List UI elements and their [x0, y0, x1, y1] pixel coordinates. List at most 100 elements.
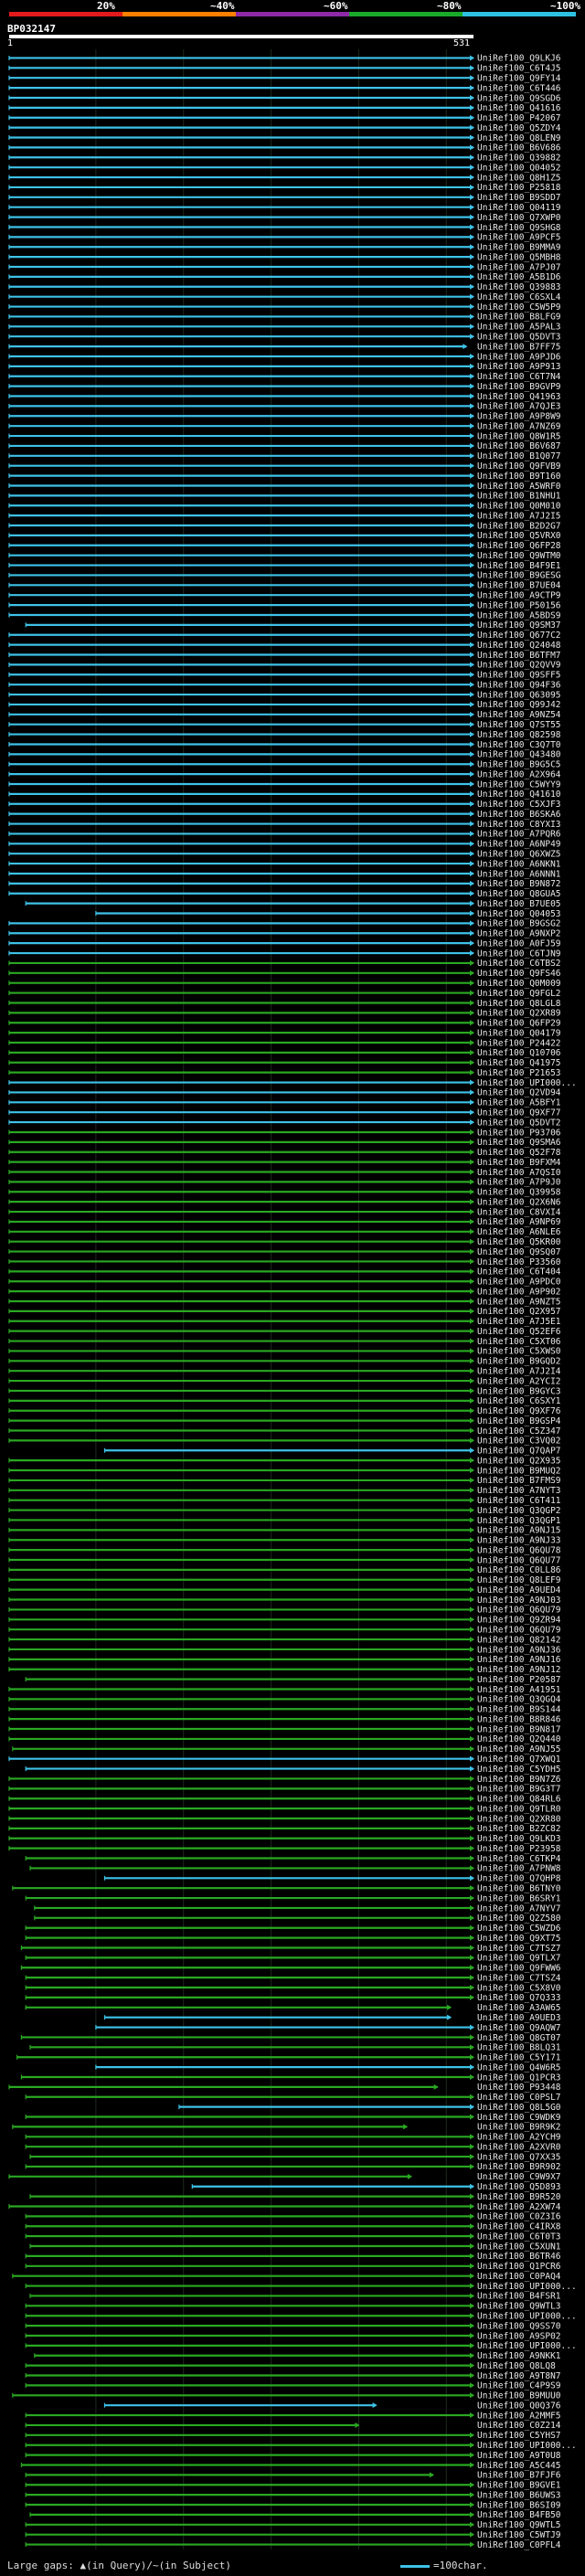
hit-label[interactable]: UniRef100_P50156 [477, 600, 561, 610]
hit-label[interactable]: UniRef100_A9PJD6 [477, 352, 561, 362]
hit-label[interactable]: UniRef100_A9NJ55 [477, 1744, 561, 1754]
hit-label[interactable]: UniRef100_B8LFG9 [477, 313, 561, 323]
hit-label[interactable]: UniRef100_A9NXP2 [477, 929, 561, 939]
hit-label[interactable]: UniRef100_UPI000... [477, 1078, 577, 1088]
hit-label[interactable]: UniRef100_C9W9X7 [477, 2172, 561, 2182]
hit-label[interactable]: UniRef100_B9R520 [477, 2192, 561, 2202]
hit-label[interactable]: UniRef100_C6T4J5 [477, 64, 561, 74]
hit-label[interactable]: UniRef100_A9NP69 [477, 1217, 561, 1227]
hit-label[interactable]: UniRef100_B8LQ31 [477, 2043, 561, 2053]
hit-label[interactable]: UniRef100_A7NYT3 [477, 1486, 561, 1496]
hit-label[interactable]: UniRef100_A9P8W9 [477, 412, 561, 422]
hit-label[interactable]: UniRef100_C5Y171 [477, 2053, 561, 2063]
hit-label[interactable]: UniRef100_A9PCF5 [477, 233, 561, 243]
hit-label[interactable]: UniRef100_A9NJ15 [477, 1526, 561, 1536]
hit-label[interactable]: UniRef100_Q04053 [477, 909, 561, 919]
hit-label[interactable]: UniRef100_B6SRY1 [477, 1893, 561, 1903]
hit-label[interactable]: UniRef100_Q10706 [477, 1048, 561, 1058]
hit-label[interactable]: UniRef100_Q5D893 [477, 2182, 561, 2192]
hit-label[interactable]: UniRef100_Q82598 [477, 730, 561, 740]
hit-label[interactable]: UniRef100_C3Q7T0 [477, 740, 561, 750]
hit-label[interactable]: UniRef100_Q6XWZ5 [477, 849, 561, 859]
hit-label[interactable]: UniRef100_A6NLE6 [477, 1227, 561, 1237]
hit-label[interactable]: UniRef100_C6TJN9 [477, 949, 561, 959]
hit-label[interactable]: UniRef100_Q39882 [477, 154, 561, 164]
hit-label[interactable]: UniRef100_A7PNW8 [477, 1864, 561, 1874]
hit-label[interactable]: UniRef100_C5XJF3 [477, 800, 561, 810]
hit-label[interactable]: UniRef100_Q6QU79 [477, 1606, 561, 1616]
hit-label[interactable]: UniRef100_Q5MBH8 [477, 252, 561, 262]
hit-label[interactable]: UniRef100_Q2XR89 [477, 1009, 561, 1019]
hit-label[interactable]: UniRef100_C9WDK9 [477, 2113, 561, 2123]
hit-label[interactable]: UniRef100_Q9ZR94 [477, 1616, 561, 1626]
hit-label[interactable]: UniRef100_Q2VD94 [477, 1088, 561, 1098]
hit-label[interactable]: UniRef100_Q0Q376 [477, 2401, 561, 2411]
hit-label[interactable]: UniRef100_B9SDD7 [477, 193, 561, 203]
hit-label[interactable]: UniRef100_C5WZD6 [477, 1924, 561, 1934]
hit-label[interactable]: UniRef100_B7FF75 [477, 342, 561, 352]
hit-label[interactable]: UniRef100_B9G3T7 [477, 1785, 561, 1795]
hit-label[interactable]: UniRef100_C4P9S9 [477, 2381, 561, 2391]
hit-label[interactable]: UniRef100_A9NJ03 [477, 1595, 561, 1606]
hit-label[interactable]: UniRef100_Q9FY14 [477, 74, 561, 84]
hit-label[interactable]: UniRef100_B4F9E1 [477, 561, 561, 571]
hit-label[interactable]: UniRef100_Q9LKJ6 [477, 54, 561, 64]
hit-label[interactable]: UniRef100_Q9XF77 [477, 1108, 561, 1118]
hit-label[interactable]: UniRef100_Q9WTM0 [477, 551, 561, 561]
hit-label[interactable]: UniRef100_C5Z347 [477, 1426, 561, 1436]
hit-label[interactable]: UniRef100_A9T8N7 [477, 2371, 561, 2381]
hit-label[interactable]: UniRef100_Q8GT07 [477, 2033, 561, 2043]
hit-label[interactable]: UniRef100_C6T7N4 [477, 372, 561, 382]
hit-label[interactable]: UniRef100_A7PJ07 [477, 262, 561, 272]
hit-label[interactable]: UniRef100_A2YCI2 [477, 1376, 561, 1386]
hit-label[interactable]: UniRef100_Q7QAP7 [477, 1447, 561, 1457]
hit-label[interactable]: UniRef100_A9P913 [477, 362, 561, 372]
hit-label[interactable]: UniRef100_Q5VRX0 [477, 531, 561, 541]
hit-label[interactable]: UniRef100_B9S144 [477, 1705, 561, 1715]
hit-label[interactable]: UniRef100_B9GYC3 [477, 1386, 561, 1396]
hit-label[interactable]: UniRef100_UPI000... [477, 2341, 577, 2351]
hit-label[interactable]: UniRef100_B9GQD2 [477, 1357, 561, 1367]
hit-label[interactable]: UniRef100_Q6FP28 [477, 541, 561, 551]
hit-label[interactable]: UniRef100_P25818 [477, 183, 561, 193]
hit-label[interactable]: UniRef100_A2XW74 [477, 2202, 561, 2212]
hit-label[interactable]: UniRef100_C4IRX8 [477, 2222, 561, 2232]
hit-label[interactable]: UniRef100_B1Q077 [477, 451, 561, 461]
hit-label[interactable]: UniRef100_B9FXM4 [477, 1158, 561, 1168]
hit-label[interactable]: UniRef100_A5PAL3 [477, 323, 561, 333]
hit-label[interactable]: UniRef100_Q9SMA6 [477, 1138, 561, 1148]
hit-label[interactable]: UniRef100_Q2X935 [477, 1456, 561, 1466]
hit-label[interactable]: UniRef100_Q7ST55 [477, 720, 561, 730]
hit-label[interactable]: UniRef100_P93706 [477, 1128, 561, 1138]
hit-label[interactable]: UniRef100_A7P9J0 [477, 1178, 561, 1188]
hit-label[interactable]: UniRef100_A9NZ54 [477, 710, 561, 720]
hit-label[interactable]: UniRef100_B7UE05 [477, 899, 561, 909]
hit-label[interactable]: UniRef100_Q6QU77 [477, 1555, 561, 1565]
hit-label[interactable]: UniRef100_B1NHU1 [477, 492, 561, 502]
hit-label[interactable]: UniRef100_Q52F78 [477, 1148, 561, 1158]
hit-label[interactable]: UniRef100_Q41616 [477, 103, 561, 113]
hit-label[interactable]: UniRef100_A9SP02 [477, 2331, 561, 2341]
hit-label[interactable]: UniRef100_A2XVR0 [477, 2142, 561, 2152]
hit-label[interactable]: UniRef100_Q9AQW7 [477, 2023, 561, 2033]
hit-label[interactable]: UniRef100_P21653 [477, 1068, 561, 1078]
hit-label[interactable]: UniRef100_A9UED3 [477, 2013, 561, 2023]
hit-label[interactable]: UniRef100_A7J5E1 [477, 1317, 561, 1327]
hit-label[interactable]: UniRef100_A9CTP9 [477, 591, 561, 601]
hit-label[interactable]: UniRef100_A2YCH9 [477, 2133, 561, 2143]
hit-label[interactable]: UniRef100_Q2X6N6 [477, 1197, 561, 1207]
hit-label[interactable]: UniRef100_B6V686 [477, 143, 561, 154]
hit-label[interactable]: UniRef100_B6UWS3 [477, 2490, 561, 2500]
hit-label[interactable]: UniRef100_A7QJE3 [477, 402, 561, 412]
hit-label[interactable]: UniRef100_C8YXI3 [477, 820, 561, 830]
hit-label[interactable]: UniRef100_Q9WTL5 [477, 2520, 561, 2530]
hit-label[interactable]: UniRef100_A7NZ69 [477, 421, 561, 431]
hit-label[interactable]: UniRef100_C0PFL4 [477, 2540, 561, 2550]
hit-label[interactable]: UniRef100_B2ZC82 [477, 1824, 561, 1834]
hit-label[interactable]: UniRef100_C6TKP4 [477, 1854, 561, 1864]
hit-label[interactable]: UniRef100_P42067 [477, 113, 561, 123]
hit-label[interactable]: UniRef100_P23958 [477, 1844, 561, 1854]
hit-label[interactable]: UniRef100_A9PDC0 [477, 1277, 561, 1288]
hit-label[interactable]: UniRef100_Q7XWQ1 [477, 1754, 561, 1765]
hit-label[interactable]: UniRef100_Q2QVV9 [477, 661, 561, 671]
